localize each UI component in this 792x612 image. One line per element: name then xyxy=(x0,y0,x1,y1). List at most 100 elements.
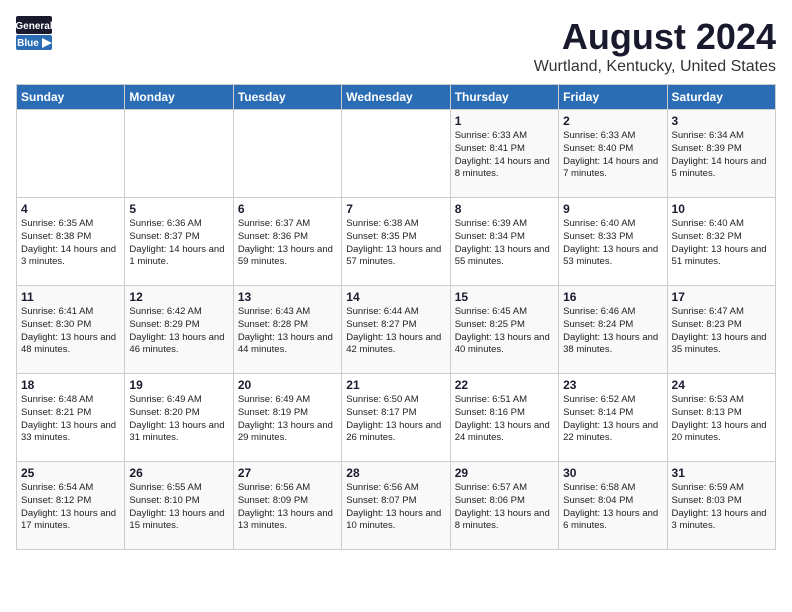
calendar-week-3: 11Sunrise: 6:41 AMSunset: 8:30 PMDayligh… xyxy=(17,286,776,374)
cell-info: Sunrise: 6:53 AMSunset: 8:13 PMDaylight:… xyxy=(672,394,771,445)
day-number: 11 xyxy=(21,290,120,304)
calendar-cell: 1 Sunrise: 6:33 AMSunset: 8:41 PMDaylight… xyxy=(450,110,558,198)
page-title: August 2024 xyxy=(534,16,776,58)
calendar-cell: 6 Sunrise: 6:37 AMSunset: 8:36 PMDaylight… xyxy=(233,198,341,286)
cell-info: Sunrise: 6:49 AMSunset: 8:20 PMDaylight:… xyxy=(129,394,228,445)
calendar-cell: 9Sunrise: 6:40 AMSunset: 8:33 PMDaylight… xyxy=(559,198,667,286)
calendar-cell: 20 Sunrise: 6:49 AMSunset: 8:19 PMDayligh… xyxy=(233,374,341,462)
calendar-cell: 23Sunrise: 6:52 AMSunset: 8:14 PMDayligh… xyxy=(559,374,667,462)
day-number: 13 xyxy=(238,290,337,304)
cell-info: Sunrise: 6:55 AMSunset: 8:10 PMDaylight:… xyxy=(129,482,228,533)
calendar-cell xyxy=(17,110,125,198)
day-number: 20 xyxy=(238,378,337,392)
calendar-cell: 12 Sunrise: 6:42 AMSunset: 8:29 PMDayligh… xyxy=(125,286,233,374)
cell-info: Sunrise: 6:40 AMSunset: 8:33 PMDaylight:… xyxy=(563,218,662,269)
calendar-cell: 11Sunrise: 6:41 AMSunset: 8:30 PMDayligh… xyxy=(17,286,125,374)
day-number: 8 xyxy=(455,202,554,216)
calendar-cell: 2Sunrise: 6:33 AMSunset: 8:40 PMDaylight… xyxy=(559,110,667,198)
cell-info: Sunrise: 6:33 AMSunset: 8:41 PMDaylight:… xyxy=(455,130,554,181)
day-number: 10 xyxy=(672,202,771,216)
calendar-cell: 7Sunrise: 6:38 AMSunset: 8:35 PMDaylight… xyxy=(342,198,450,286)
day-number: 29 xyxy=(455,466,554,480)
calendar-cell: 8 Sunrise: 6:39 AMSunset: 8:34 PMDaylight… xyxy=(450,198,558,286)
calendar-cell: 26 Sunrise: 6:55 AMSunset: 8:10 PMDayligh… xyxy=(125,462,233,550)
day-number: 18 xyxy=(21,378,120,392)
cell-info: Sunrise: 6:44 AMSunset: 8:27 PMDaylight:… xyxy=(346,306,445,357)
cell-info: Sunrise: 6:51 AMSunset: 8:16 PMDaylight:… xyxy=(455,394,554,445)
day-header-sunday: Sunday xyxy=(17,85,125,110)
cell-info: Sunrise: 6:40 AMSunset: 8:32 PMDaylight:… xyxy=(672,218,771,269)
page-header: General Blue August 2024 Wurtland, Kentu… xyxy=(16,16,776,76)
cell-info: Sunrise: 6:54 AMSunset: 8:12 PMDaylight:… xyxy=(21,482,120,533)
day-number: 27 xyxy=(238,466,337,480)
day-number: 4 xyxy=(21,202,120,216)
calendar-cell: 29 Sunrise: 6:57 AMSunset: 8:06 PMDayligh… xyxy=(450,462,558,550)
day-number: 30 xyxy=(563,466,662,480)
cell-info: Sunrise: 6:47 AMSunset: 8:23 PMDaylight:… xyxy=(672,306,771,357)
calendar-cell xyxy=(125,110,233,198)
calendar-cell: 14 Sunrise: 6:44 AMSunset: 8:27 PMDayligh… xyxy=(342,286,450,374)
logo-icon: General Blue xyxy=(16,16,56,52)
calendar-cell xyxy=(342,110,450,198)
calendar-header-row: SundayMondayTuesdayWednesdayThursdayFrid… xyxy=(17,85,776,110)
day-header-friday: Friday xyxy=(559,85,667,110)
day-number: 15 xyxy=(455,290,554,304)
cell-info: Sunrise: 6:33 AMSunset: 8:40 PMDaylight:… xyxy=(563,130,662,181)
day-number: 14 xyxy=(346,290,445,304)
cell-info: Sunrise: 6:38 AMSunset: 8:35 PMDaylight:… xyxy=(346,218,445,269)
day-number: 12 xyxy=(129,290,228,304)
day-number: 24 xyxy=(672,378,771,392)
calendar-cell: 5Sunrise: 6:36 AMSunset: 8:37 PMDaylight… xyxy=(125,198,233,286)
cell-info: Sunrise: 6:59 AMSunset: 8:03 PMDaylight:… xyxy=(672,482,771,533)
page-subtitle: Wurtland, Kentucky, United States xyxy=(534,58,776,76)
cell-info: Sunrise: 6:52 AMSunset: 8:14 PMDaylight:… xyxy=(563,394,662,445)
day-header-saturday: Saturday xyxy=(667,85,775,110)
day-number: 3 xyxy=(672,114,771,128)
cell-info: Sunrise: 6:57 AMSunset: 8:06 PMDaylight:… xyxy=(455,482,554,533)
day-number: 17 xyxy=(672,290,771,304)
calendar-cell: 4Sunrise: 6:35 AMSunset: 8:38 PMDaylight… xyxy=(17,198,125,286)
cell-info: Sunrise: 6:58 AMSunset: 8:04 PMDaylight:… xyxy=(563,482,662,533)
calendar-cell xyxy=(233,110,341,198)
cell-info: Sunrise: 6:39 AMSunset: 8:34 PMDaylight:… xyxy=(455,218,554,269)
calendar-cell: 21Sunrise: 6:50 AMSunset: 8:17 PMDayligh… xyxy=(342,374,450,462)
day-number: 5 xyxy=(129,202,228,216)
calendar-cell: 15 Sunrise: 6:45 AMSunset: 8:25 PMDayligh… xyxy=(450,286,558,374)
day-number: 22 xyxy=(455,378,554,392)
calendar-week-5: 25 Sunrise: 6:54 AMSunset: 8:12 PMDayligh… xyxy=(17,462,776,550)
calendar-cell: 30 Sunrise: 6:58 AMSunset: 8:04 PMDayligh… xyxy=(559,462,667,550)
cell-info: Sunrise: 6:43 AMSunset: 8:28 PMDaylight:… xyxy=(238,306,337,357)
day-number: 6 xyxy=(238,202,337,216)
cell-info: Sunrise: 6:56 AMSunset: 8:07 PMDaylight:… xyxy=(346,482,445,533)
cell-info: Sunrise: 6:46 AMSunset: 8:24 PMDaylight:… xyxy=(563,306,662,357)
cell-info: Sunrise: 6:45 AMSunset: 8:25 PMDaylight:… xyxy=(455,306,554,357)
day-number: 25 xyxy=(21,466,120,480)
calendar-cell: 22 Sunrise: 6:51 AMSunset: 8:16 PMDayligh… xyxy=(450,374,558,462)
day-header-tuesday: Tuesday xyxy=(233,85,341,110)
day-number: 19 xyxy=(129,378,228,392)
calendar-cell: 13 Sunrise: 6:43 AMSunset: 8:28 PMDayligh… xyxy=(233,286,341,374)
calendar-cell: 18Sunrise: 6:48 AMSunset: 8:21 PMDayligh… xyxy=(17,374,125,462)
calendar-cell: 17 Sunrise: 6:47 AMSunset: 8:23 PMDayligh… xyxy=(667,286,775,374)
calendar-cell: 19 Sunrise: 6:49 AMSunset: 8:20 PMDayligh… xyxy=(125,374,233,462)
calendar-cell: 16 Sunrise: 6:46 AMSunset: 8:24 PMDayligh… xyxy=(559,286,667,374)
day-number: 1 xyxy=(455,114,554,128)
calendar-cell: 10 Sunrise: 6:40 AMSunset: 8:32 PMDayligh… xyxy=(667,198,775,286)
cell-info: Sunrise: 6:49 AMSunset: 8:19 PMDaylight:… xyxy=(238,394,337,445)
day-header-monday: Monday xyxy=(125,85,233,110)
calendar-cell: 24 Sunrise: 6:53 AMSunset: 8:13 PMDayligh… xyxy=(667,374,775,462)
day-number: 16 xyxy=(563,290,662,304)
calendar-cell: 27 Sunrise: 6:56 AMSunset: 8:09 PMDayligh… xyxy=(233,462,341,550)
svg-text:General: General xyxy=(16,21,53,32)
svg-text:Blue: Blue xyxy=(17,38,39,49)
calendar-cell: 25 Sunrise: 6:54 AMSunset: 8:12 PMDayligh… xyxy=(17,462,125,550)
day-number: 26 xyxy=(129,466,228,480)
cell-info: Sunrise: 6:34 AMSunset: 8:39 PMDaylight:… xyxy=(672,130,771,181)
calendar-cell: 28Sunrise: 6:56 AMSunset: 8:07 PMDayligh… xyxy=(342,462,450,550)
cell-info: Sunrise: 6:56 AMSunset: 8:09 PMDaylight:… xyxy=(238,482,337,533)
cell-info: Sunrise: 6:50 AMSunset: 8:17 PMDaylight:… xyxy=(346,394,445,445)
cell-info: Sunrise: 6:37 AMSunset: 8:36 PMDaylight:… xyxy=(238,218,337,269)
calendar-cell: 3 Sunrise: 6:34 AMSunset: 8:39 PMDaylight… xyxy=(667,110,775,198)
cell-info: Sunrise: 6:42 AMSunset: 8:29 PMDaylight:… xyxy=(129,306,228,357)
calendar-week-1: 1 Sunrise: 6:33 AMSunset: 8:41 PMDaylight… xyxy=(17,110,776,198)
